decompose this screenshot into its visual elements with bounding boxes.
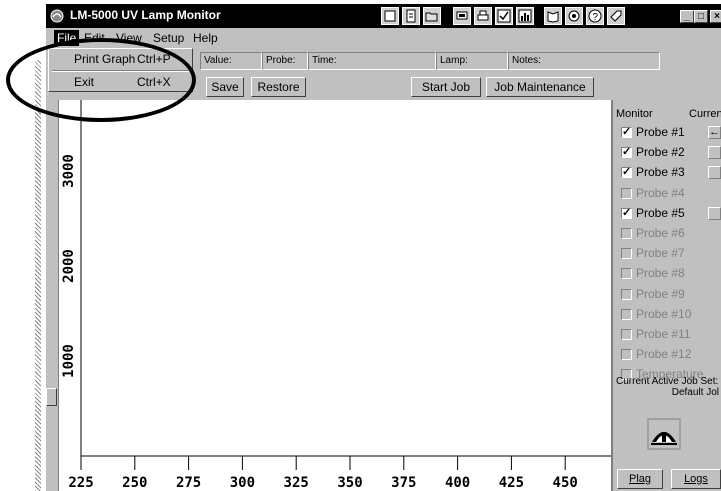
printer-icon[interactable] xyxy=(474,7,492,25)
logs-label: Logs xyxy=(684,473,708,485)
scroll-thumb[interactable] xyxy=(46,388,57,406)
value-field: Value: xyxy=(200,52,262,70)
lamp-logo-icon xyxy=(647,418,681,450)
probe-label: Probe #10 xyxy=(636,306,692,321)
window-title: LM-5000 UV Lamp Monitor xyxy=(70,8,221,22)
menu-setup[interactable]: Setup xyxy=(153,31,184,45)
restore-button-main[interactable]: Restore xyxy=(251,77,306,97)
open-folder-icon[interactable] xyxy=(423,7,441,25)
x-tick-label: 350 xyxy=(337,475,362,491)
probe-label: Probe #12 xyxy=(636,347,692,362)
probe-label: Probe #9 xyxy=(636,286,685,301)
start-job-button[interactable]: Start Job xyxy=(411,77,481,97)
probe-field: Probe: xyxy=(262,52,308,70)
current-header: Curren xyxy=(689,108,721,120)
monitor-icon[interactable] xyxy=(453,7,471,25)
window-border-hatch xyxy=(35,60,41,491)
probe-label: Probe #4 xyxy=(636,185,685,200)
lamp-field: Lamp: xyxy=(436,52,508,70)
question-icon[interactable]: ? xyxy=(586,7,604,25)
probe-label: Probe #6 xyxy=(636,226,685,240)
y-tick-label: 3000 xyxy=(61,154,77,188)
x-tick-label: 250 xyxy=(122,475,147,491)
current-indicator[interactable] xyxy=(708,206,721,220)
probe-checkbox[interactable] xyxy=(621,349,632,361)
highlight-ellipse xyxy=(6,38,196,122)
y-tick-label: 2000 xyxy=(61,249,77,283)
probe-checkbox[interactable] xyxy=(621,187,632,199)
title-bar[interactable]: LM-5000 UV Lamp Monitor ? _ □ × xyxy=(46,4,721,28)
x-tick-label: 275 xyxy=(176,475,201,491)
job-set-label: Current Active Job Set: xyxy=(616,376,719,387)
probe-checkbox[interactable] xyxy=(621,248,632,260)
svg-text:?: ? xyxy=(593,12,599,23)
tag-icon[interactable] xyxy=(607,7,625,25)
probe-label: Probe #1 xyxy=(636,125,685,139)
minimize-button[interactable]: _ xyxy=(680,10,694,23)
probe-checkbox[interactable] xyxy=(621,329,632,340)
x-tick-label: 225 xyxy=(68,475,93,491)
settings-icon[interactable] xyxy=(565,7,583,25)
logs-button[interactable]: Logs xyxy=(671,469,721,489)
y-tick-label: 1000 xyxy=(61,344,77,378)
probe-checkbox[interactable]: ✓ xyxy=(621,147,632,159)
spectrum-chart: 2252502753003253503754004254504701000200… xyxy=(61,68,627,491)
current-arrow-icon[interactable]: ← xyxy=(708,126,721,139)
x-tick-label: 325 xyxy=(284,475,309,491)
grid-view-icon[interactable] xyxy=(381,7,399,25)
x-tick-label: 375 xyxy=(391,475,416,491)
help-book-icon[interactable] xyxy=(544,7,562,25)
current-indicator[interactable] xyxy=(708,166,721,180)
graph-panel: 2252502753003253503754004254504701000200… xyxy=(46,68,627,491)
time-field: Time: xyxy=(308,52,436,70)
plag-button[interactable]: Plag xyxy=(617,469,663,489)
app-screenshot: LM-5000 UV Lamp Monitor ? _ □ × File Edi… xyxy=(0,0,721,491)
probe-checkbox[interactable] xyxy=(621,228,632,239)
probe-checkbox[interactable]: ✓ xyxy=(621,207,632,219)
probe-checkbox[interactable]: ✓ xyxy=(621,167,632,179)
job-set-info: Current Active Job Set: Default Jol xyxy=(616,376,721,398)
probe-checkbox[interactable] xyxy=(621,308,632,320)
probe-checkbox[interactable] xyxy=(621,268,632,280)
x-tick-label: 450 xyxy=(553,475,578,491)
notes-field: Notes: xyxy=(508,52,660,70)
x-tick-label: 400 xyxy=(445,475,470,491)
current-indicator[interactable] xyxy=(708,146,721,160)
probe-checkbox[interactable]: ✓ xyxy=(621,127,632,138)
close-button[interactable]: × xyxy=(710,10,721,23)
probe-label: Probe #2 xyxy=(636,145,685,160)
probe-label: Probe #8 xyxy=(636,266,685,281)
x-tick-label: 300 xyxy=(230,475,255,491)
probe-checkbox[interactable] xyxy=(621,288,632,300)
save-button[interactable]: Save xyxy=(206,77,244,97)
app-icon xyxy=(50,9,64,23)
x-tick-label: 425 xyxy=(499,475,524,491)
document-icon[interactable] xyxy=(402,7,420,25)
probe-label: Probe #5 xyxy=(636,205,685,220)
job-maintenance-button[interactable]: Job Maintenance xyxy=(486,77,594,97)
chart-icon[interactable] xyxy=(516,7,534,25)
probe-label: Probe #7 xyxy=(636,246,685,261)
monitor-header: Monitor xyxy=(616,108,653,120)
menu-help[interactable]: Help xyxy=(193,31,218,45)
job-set-value: Default Jol xyxy=(671,387,719,398)
probe-label: Probe #3 xyxy=(636,165,685,180)
probe-label: Probe #11 xyxy=(636,327,691,341)
monitor-panel: Monitor Curren ✓ Probe #1 ← ✓ Probe #2 ✓ Probe… xyxy=(611,100,721,491)
vertical-scrollbar[interactable] xyxy=(46,100,59,491)
restore-button[interactable]: □ xyxy=(694,10,708,23)
checkmark-icon[interactable] xyxy=(495,7,513,25)
plag-label: Plag xyxy=(628,473,652,485)
